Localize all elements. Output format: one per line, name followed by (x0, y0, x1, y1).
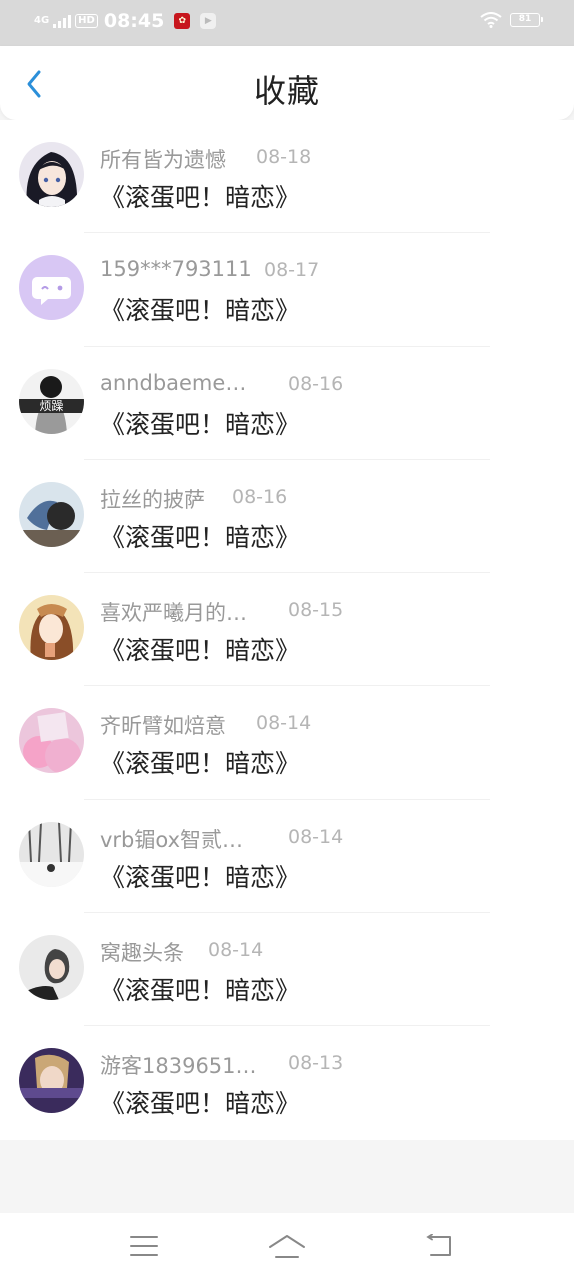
avatar[interactable] (19, 595, 84, 661)
avatar[interactable]: 烦躁 (19, 368, 84, 434)
back-nav-button[interactable] (418, 1229, 458, 1263)
header: 收藏 (0, 46, 574, 120)
list-item[interactable]: 喜欢严曦月的… 08-15 《滚蛋吧！暗恋》 (0, 573, 574, 687)
menu-icon (130, 1236, 158, 1256)
favorite-date: 08-14 (288, 825, 344, 848)
list-item[interactable]: 所有皆为遗憾 08-18 《滚蛋吧！暗恋》 (0, 120, 574, 234)
favorite-date: 08-15 (288, 599, 344, 622)
wifi-icon (480, 12, 502, 28)
favorite-title: 《滚蛋吧！暗恋》 (100, 296, 301, 326)
user-name: 窝趣头条 (100, 941, 184, 966)
user-name: vrb镅ox智贰… (100, 827, 244, 852)
favorite-title: 《滚蛋吧！暗恋》 (100, 409, 301, 439)
user-name: 游客1839651… (100, 1054, 257, 1079)
avatar[interactable] (19, 821, 84, 887)
status-bar: 4G HD 08:45 ✿ ▶ 81 (0, 0, 574, 46)
network-type: 4G (34, 15, 50, 26)
avatar-text: 烦躁 (39, 399, 63, 413)
favorite-title: 《滚蛋吧！暗恋》 (100, 636, 301, 666)
user-name: 拉丝的披萨 (100, 487, 205, 512)
list-item[interactable]: 拉丝的披萨 08-16 《滚蛋吧！暗恋》 (0, 460, 574, 574)
favorite-title: 《滚蛋吧！暗恋》 (100, 522, 301, 552)
avatar[interactable] (19, 481, 84, 547)
page-title: 收藏 (253, 72, 320, 110)
signal-icon (53, 14, 72, 28)
favorite-title: 《滚蛋吧！暗恋》 (100, 976, 301, 1006)
favorite-date: 08-18 (256, 146, 312, 168)
video-notification-icon: ▶ (200, 13, 217, 29)
favorite-title: 《滚蛋吧！暗恋》 (100, 749, 301, 779)
user-name: 159***793111 (100, 257, 252, 282)
avatar[interactable] (19, 935, 84, 1001)
favorite-date: 08-13 (288, 1052, 344, 1075)
home-button[interactable] (267, 1229, 307, 1263)
favorite-title: 《滚蛋吧！暗恋》 (100, 183, 301, 212)
list-item[interactable]: 窝趣头条 08-14 《滚蛋吧！暗恋》 (0, 913, 574, 1027)
avatar[interactable] (19, 1048, 84, 1114)
list-item[interactable]: vrb镅ox智贰… 08-14 《滚蛋吧！暗恋》 (0, 800, 574, 914)
favorite-date: 08-14 (256, 712, 312, 735)
favorite-date: 08-16 (288, 372, 344, 395)
list-item[interactable]: 烦躁 anndbaeme… 08-16 《滚蛋吧！暗恋》 (0, 347, 574, 460)
list-item[interactable]: 游客1839651… 08-13 《滚蛋吧！暗恋》 (0, 1026, 574, 1139)
system-nav-bar (0, 1213, 574, 1280)
favorite-date: 08-16 (232, 485, 288, 508)
avatar[interactable] (19, 255, 84, 321)
user-name: 所有皆为遗憾 (100, 148, 226, 172)
favorite-title: 《滚蛋吧！暗恋》 (100, 1089, 301, 1119)
back-icon (426, 1234, 451, 1256)
menu-button[interactable] (124, 1229, 164, 1263)
list-item[interactable]: 159***793111 08-17 《滚蛋吧！暗恋》 (0, 233, 574, 347)
hd-badge: HD (75, 14, 98, 28)
user-name: 齐昕臂如焙意 (100, 714, 226, 739)
battery-icon: 81 (510, 13, 543, 27)
avatar[interactable] (19, 142, 84, 207)
app-notification-icon: ✿ (174, 13, 191, 29)
home-icon (269, 1235, 305, 1258)
favorite-title: 《滚蛋吧！暗恋》 (100, 862, 301, 892)
avatar[interactable] (19, 708, 84, 774)
user-name: anndbaeme… (100, 370, 247, 395)
favorites-list: 所有皆为遗憾 08-18 《滚蛋吧！暗恋》 159***793111 08-17… (0, 120, 574, 1140)
user-name: 喜欢严曦月的… (100, 601, 247, 626)
favorite-date: 08-17 (264, 259, 320, 282)
favorite-date: 08-14 (208, 939, 264, 962)
status-time: 08:45 (103, 10, 165, 32)
list-item[interactable]: 齐昕臂如焙意 08-14 《滚蛋吧！暗恋》 (0, 686, 574, 800)
